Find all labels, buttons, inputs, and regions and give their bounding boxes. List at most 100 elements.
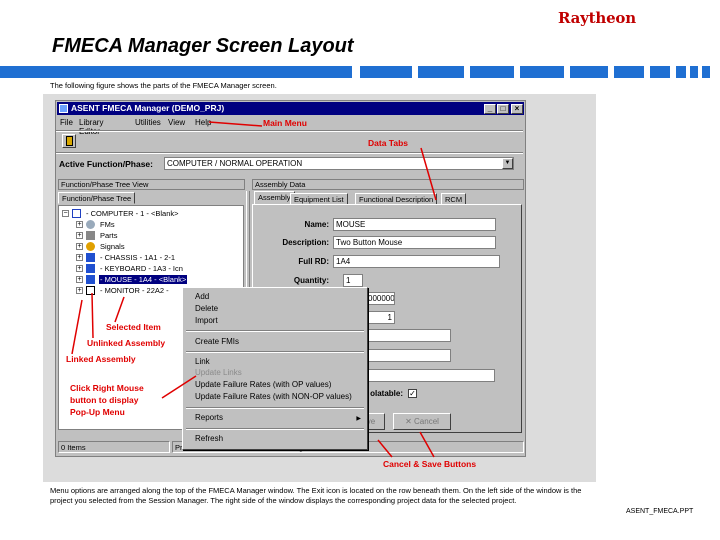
partial-field-4[interactable] bbox=[365, 349, 451, 362]
menu-item-update-op[interactable]: Update Failure Rates (with OP values) bbox=[195, 380, 331, 389]
submenu-arrow-icon: ▶ bbox=[356, 416, 361, 422]
callout-right-click-line2: button to display bbox=[70, 395, 139, 405]
expand-icon[interactable]: + bbox=[76, 232, 83, 239]
collapse-icon[interactable]: − bbox=[62, 210, 69, 217]
menu-item-reports[interactable]: Reports bbox=[195, 413, 223, 422]
tree-item-label: FMs bbox=[100, 220, 115, 229]
deco-bar-segment bbox=[470, 66, 514, 78]
chevron-down-icon[interactable]: ▼ bbox=[502, 158, 513, 169]
isolatable-checkbox[interactable]: ✓ bbox=[408, 389, 417, 398]
menu-utilities[interactable]: Utilities bbox=[135, 118, 161, 127]
minimize-button[interactable]: _ bbox=[484, 104, 496, 114]
partial-field-3[interactable] bbox=[365, 329, 451, 342]
callout-unlinked-assembly: Unlinked Assembly bbox=[87, 338, 166, 348]
menu-item-update-non-op[interactable]: Update Failure Rates (with NON-OP values… bbox=[195, 392, 352, 401]
tab-assembly[interactable]: Assembly bbox=[254, 191, 295, 205]
left-pane-header: Function/Phase Tree View bbox=[58, 179, 245, 190]
deco-bar-segment bbox=[614, 66, 644, 78]
tree-item-label: Parts bbox=[100, 231, 118, 240]
menu-view[interactable]: View bbox=[168, 118, 185, 127]
callout-linked-assembly: Linked Assembly bbox=[66, 354, 136, 364]
linked-assembly-icon bbox=[86, 286, 95, 295]
full-rd-field[interactable]: 1A4 bbox=[333, 255, 500, 268]
deco-bar-segment bbox=[0, 66, 352, 78]
maximize-button[interactable]: □ bbox=[497, 104, 509, 114]
window-title: ASENT FMECA Manager (DEMO_PRJ) bbox=[71, 103, 225, 113]
menu-separator bbox=[186, 428, 364, 430]
quantity-label: Quantity: bbox=[293, 276, 329, 285]
menu-item-delete[interactable]: Delete bbox=[195, 304, 218, 313]
deco-bar-segment bbox=[690, 66, 698, 78]
active-function-label: Active Function/Phase: bbox=[59, 159, 153, 169]
toolbar-separator bbox=[56, 152, 523, 154]
quantity-field[interactable]: 1 bbox=[343, 274, 363, 287]
expand-icon[interactable]: + bbox=[76, 243, 83, 250]
callout-selected-item: Selected Item bbox=[106, 322, 161, 332]
assembly-icon bbox=[86, 253, 95, 262]
exit-door-icon bbox=[66, 136, 73, 146]
menu-separator bbox=[186, 407, 364, 409]
partial-field-5[interactable] bbox=[365, 369, 495, 382]
menu-item-create-fmis[interactable]: Create FMIs bbox=[195, 337, 239, 346]
expand-icon[interactable]: + bbox=[76, 265, 83, 272]
callout-right-click-line1: Click Right Mouse bbox=[70, 383, 144, 393]
expand-icon[interactable]: + bbox=[76, 287, 83, 294]
assembly-icon bbox=[86, 275, 95, 284]
signals-icon bbox=[86, 242, 95, 251]
expand-icon[interactable]: + bbox=[76, 254, 83, 261]
active-function-value: COMPUTER / NORMAL OPERATION bbox=[167, 159, 303, 168]
right-pane-header: Assembly Data bbox=[252, 179, 524, 190]
menu-separator bbox=[186, 330, 364, 332]
raytheon-logo: Raytheon bbox=[558, 9, 636, 27]
footer-id: ASENT_FMECA.PPT bbox=[626, 508, 694, 515]
deco-bar-segment bbox=[520, 66, 564, 78]
cancel-button[interactable]: ✕ Cancel bbox=[393, 413, 451, 430]
tree-item-label: - CHASSIS - 1A1 - 2-1 bbox=[100, 253, 176, 262]
menu-help[interactable]: Help bbox=[195, 118, 211, 127]
partial-field-1[interactable]: 000000 bbox=[365, 292, 395, 305]
slide-title: FMECA Manager Screen Layout bbox=[52, 35, 354, 57]
description-field[interactable]: Two Button Mouse bbox=[333, 236, 496, 249]
active-function-select[interactable]: COMPUTER / NORMAL OPERATION ▼ bbox=[164, 157, 514, 170]
close-button[interactable]: × bbox=[511, 104, 523, 114]
tree-item-label: - COMPUTER - 1 - <Blank> bbox=[86, 209, 179, 218]
computer-icon bbox=[72, 209, 81, 218]
intro-text: The following figure shows the parts of … bbox=[50, 81, 277, 90]
selected-tree-item-label: - MOUSE - 1A4 - <Blank> bbox=[99, 275, 188, 284]
assembly-icon bbox=[86, 264, 95, 273]
cancel-button-label: Cancel bbox=[414, 417, 439, 426]
context-popup-menu: Add Delete Import Create FMIs Link Updat… bbox=[182, 287, 368, 450]
callout-right-click-line3: Pop-Up Menu bbox=[70, 407, 125, 417]
name-field[interactable]: MOUSE bbox=[333, 218, 496, 231]
app-icon bbox=[59, 104, 68, 113]
deco-bar-segment bbox=[650, 66, 670, 78]
cancel-icon: ✕ bbox=[405, 417, 415, 426]
deco-bar-segment bbox=[676, 66, 686, 78]
partial-field-2[interactable]: 1 bbox=[365, 311, 395, 324]
menu-item-add[interactable]: Add bbox=[195, 292, 209, 301]
deco-bar-segment bbox=[702, 66, 710, 78]
tab-function-phase-tree[interactable]: Function/Phase Tree bbox=[58, 192, 136, 204]
expand-icon[interactable]: + bbox=[76, 276, 83, 283]
expand-icon[interactable]: + bbox=[76, 221, 83, 228]
callout-data-tabs: Data Tabs bbox=[368, 138, 408, 148]
status-item-count: 0 Items bbox=[58, 441, 170, 453]
callout-main-menu: Main Menu bbox=[263, 118, 307, 128]
tree-item-label: Signals bbox=[100, 242, 125, 251]
name-label: Name: bbox=[304, 220, 329, 229]
parts-icon bbox=[86, 231, 95, 240]
exit-button[interactable] bbox=[62, 134, 76, 148]
menu-item-update-links: Update Links bbox=[195, 368, 242, 377]
tree-item-label: - MONITOR - 22A2 - bbox=[100, 286, 169, 295]
deco-bar-segment bbox=[360, 66, 412, 78]
menu-item-link[interactable]: Link bbox=[195, 357, 210, 366]
menu-file[interactable]: File bbox=[60, 118, 73, 127]
menu-separator bbox=[186, 351, 364, 353]
menu-item-import[interactable]: Import bbox=[195, 316, 218, 325]
deco-bar-segment bbox=[418, 66, 464, 78]
menu-item-refresh[interactable]: Refresh bbox=[195, 434, 223, 443]
toolbar bbox=[58, 132, 524, 150]
window-titlebar[interactable]: ASENT FMECA Manager (DEMO_PRJ) _ □ × bbox=[57, 102, 524, 115]
callout-cancel-save: Cancel & Save Buttons bbox=[383, 459, 477, 469]
full-rd-label: Full RD: bbox=[298, 257, 329, 266]
